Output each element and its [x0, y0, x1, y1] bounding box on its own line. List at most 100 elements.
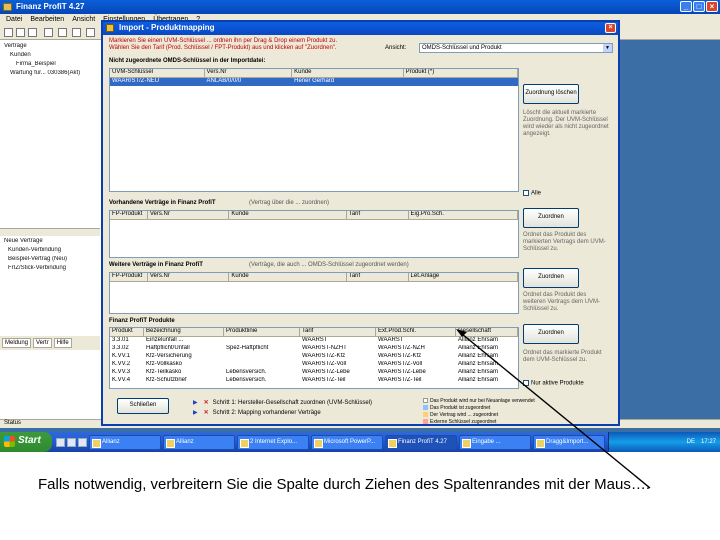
instruction-line: Wählen Sie den Tarif (Prod. Schlüssel / …: [109, 45, 337, 51]
tree-item[interactable]: Neue Verträge: [0, 238, 100, 247]
tree-item[interactable]: FrIZ/Stick-Verbindung: [0, 265, 100, 274]
column-header[interactable]: UVM-Schlüssel: [110, 69, 205, 77]
table-row[interactable]: 3.3.02 Haftpflicht/Unfall Spez-Haftpflic…: [110, 345, 518, 353]
column-header[interactable]: Kunde: [292, 69, 404, 77]
tree-item[interactable]: Firma_Beispiel: [0, 61, 101, 70]
column-header[interactable]: FP-Produkt: [110, 211, 148, 219]
search-icon[interactable]: [58, 28, 67, 37]
grid-other-contracts[interactable]: FP-Produkt Vers.Nr Kunde Tarif Let.Anlag…: [109, 272, 519, 314]
cell: ANLAB/0/0/0: [206, 78, 242, 84]
chevron-down-icon[interactable]: ▼: [603, 44, 612, 52]
instructions: Markieren Sie einen UVM-Schlüssel ... or…: [109, 38, 389, 52]
column-header[interactable]: FP-Produkt: [110, 273, 148, 281]
column-header[interactable]: Bezeichnung: [144, 328, 224, 336]
column-header[interactable]: Vers.Nr: [148, 273, 230, 281]
zuordnung-loeschen-button[interactable]: Zuordnung löschen: [523, 84, 579, 104]
dialog-close-button[interactable]: ×: [605, 23, 616, 33]
column-header[interactable]: Gesellschaft: [456, 328, 518, 336]
windows-logo-icon: [4, 436, 15, 447]
pane-divider[interactable]: [0, 228, 100, 236]
start-button[interactable]: Start: [0, 432, 52, 452]
cell: [404, 78, 518, 86]
table-row[interactable]: K.VV.3 Kfz-Teilkasko Lebensversich. WAAR…: [110, 369, 518, 377]
save-icon[interactable]: [28, 28, 37, 37]
taskbar: Start Allianz Allianz 2 Internet Explo..…: [0, 432, 720, 452]
desktop-icon[interactable]: [67, 437, 76, 447]
taskbar-button[interactable]: Dragg&Import...: [533, 434, 605, 450]
table-row[interactable]: K.VV.1 Kfz-Versicherung WAAR/ST/Z-Kfz WA…: [110, 353, 518, 361]
column-header[interactable]: Tarif: [300, 328, 376, 336]
print-icon[interactable]: [44, 28, 53, 37]
step-2: ▶ ✕ Schritt 2: Mapping vorhandener Verträg…: [193, 408, 372, 418]
ansicht-select[interactable]: OMDS-Schlüssel und Produkt ▼: [419, 43, 613, 53]
column-header[interactable]: Produktlinie: [224, 328, 300, 336]
menu-bearbeiten[interactable]: Bearbeiten: [30, 16, 64, 26]
zuordnen-weitere-button[interactable]: Zuordnen: [523, 268, 579, 288]
dialog-titlebar: Import - Produktmapping ×: [103, 22, 618, 35]
minimize-button[interactable]: _: [680, 1, 692, 12]
tree-item[interactable]: Beispiel-Vertrag (Neu): [0, 256, 100, 265]
grid-products[interactable]: Produkt Bezeichnung Produktlinie Tarif E…: [109, 327, 519, 389]
column-header[interactable]: Let.Anlage: [409, 273, 518, 281]
column-header[interactable]: Tarif: [347, 211, 409, 219]
column-header[interactable]: Vers.Nr: [148, 211, 230, 219]
table-row[interactable]: K.VV.2 Kfz-Vollkasko WAAR/ST/Z-Voll WAAR…: [110, 361, 518, 369]
column-header-ext-prod[interactable]: Ext.Prod.Schl.: [376, 328, 456, 336]
section-label: Weitere Verträge in Finanz ProfiT: [109, 262, 203, 268]
table-row[interactable]: K.VV.4 Kfz-Schutzbrief Lebensversich. WA…: [110, 377, 518, 385]
aktive-produkte-checkbox[interactable]: Nur aktive Produkte: [523, 380, 584, 387]
help-icon[interactable]: [86, 28, 95, 37]
tree-item[interactable]: Wartung für... 030386(Akt): [0, 70, 101, 79]
column-header[interactable]: Kunde: [229, 273, 347, 281]
browser-icon[interactable]: [56, 437, 65, 447]
alle-checkbox[interactable]: Alle: [523, 190, 541, 197]
arrow-right-icon: ▶: [193, 400, 198, 406]
open-icon[interactable]: [16, 28, 25, 37]
language-indicator[interactable]: DE: [687, 439, 695, 445]
table-row[interactable]: 3.3.01 Einzelunfall ... WAARST WAARST Al…: [110, 337, 518, 345]
tool-icon[interactable]: [72, 28, 81, 37]
taskbar-button[interactable]: Allianz: [89, 434, 161, 450]
section-hint: (Verträge, die auch ... OMDS-Schlüssel z…: [249, 262, 409, 268]
taskbar-button[interactable]: 2 Internet Explo...: [237, 434, 309, 450]
quick-launch: [56, 437, 87, 447]
cell: Hener Gerhard: [294, 78, 335, 84]
zuordnen-produkt-button[interactable]: Zuordnen: [523, 324, 579, 344]
app-icon: [3, 3, 12, 11]
tab-vertr[interactable]: Vertr: [33, 338, 52, 348]
column-header[interactable]: Kunde: [229, 211, 347, 219]
step-text: Schritt 1: Hersteller-Gesellschaft zuord…: [212, 400, 373, 406]
tree-item[interactable]: Kunden-Verbindung: [0, 247, 100, 256]
close-button[interactable]: ×: [706, 1, 718, 12]
cell: Allianz Ehrsam: [458, 337, 499, 343]
column-header[interactable]: Eig.Pro.Sch.: [409, 211, 518, 219]
column-header[interactable]: Produkt: [110, 328, 144, 336]
legend-item: Der Vertrag wird ... zugeordnet: [423, 412, 613, 419]
column-header[interactable]: Produkt (*): [404, 69, 518, 77]
taskbar-button[interactable]: Eingabe ...: [459, 434, 531, 450]
taskbar-button[interactable]: Finanz ProfiT 4.27: [385, 434, 457, 450]
cell: Allianz Ehrsam: [458, 377, 499, 383]
column-header[interactable]: Tarif: [347, 273, 409, 281]
taskbar-button[interactable]: Allianz: [163, 434, 235, 450]
dialog-title: Import - Produktmapping: [119, 23, 215, 32]
taskbar-button[interactable]: Microsoft PowerP...: [311, 434, 383, 450]
zuordnen-vertrag-button[interactable]: Zuordnen: [523, 208, 579, 228]
ansicht-label: Ansicht:: [385, 45, 407, 51]
column-header[interactable]: Vers.Nr: [205, 69, 293, 77]
section-label: Finanz ProfiT Produkte: [109, 318, 175, 324]
tab-meldung[interactable]: Meldung: [2, 338, 32, 348]
table-row[interactable]: WAAR/ST/Z-NEU ANLAB/0/0/0 Hener Gerhard: [110, 78, 518, 86]
new-icon[interactable]: [4, 28, 13, 37]
menu-datei[interactable]: Datei: [6, 16, 22, 26]
tree-item[interactable]: Verträge: [0, 43, 101, 52]
tree-item[interactable]: Kunden: [0, 52, 101, 61]
schliessen-button[interactable]: Schließen: [117, 398, 169, 414]
grid-unassigned[interactable]: UVM-Schlüssel Vers.Nr Kunde Produkt (*) …: [109, 68, 519, 192]
grid-existing-contracts[interactable]: FP-Produkt Vers.Nr Kunde Tarif Eig.Pro.S…: [109, 210, 519, 258]
tab-hilfe[interactable]: Hilfe: [53, 338, 72, 348]
maximize-button[interactable]: □: [693, 1, 705, 12]
menu-ansicht[interactable]: Ansicht: [72, 16, 95, 26]
legend-item: Das Produkt wird nur bei Neuanlage verwe…: [423, 398, 613, 405]
mail-icon[interactable]: [78, 437, 87, 447]
